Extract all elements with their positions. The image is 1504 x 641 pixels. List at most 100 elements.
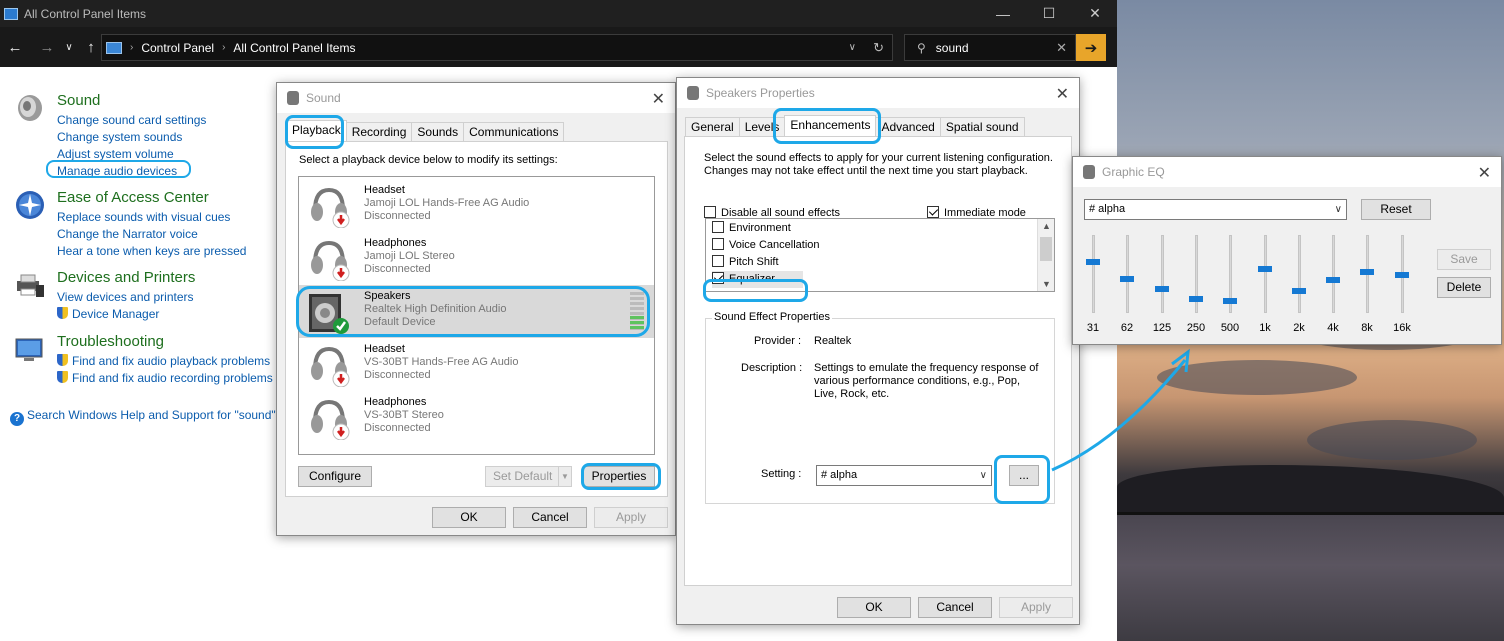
close-icon[interactable]: ✕ (652, 89, 665, 109)
maximize-button[interactable]: ☐ (1026, 0, 1072, 27)
eq-slider-31[interactable] (1086, 235, 1100, 313)
tab-spatial-sound[interactable]: Spatial sound (939, 117, 1025, 137)
eq-delete-button[interactable]: Delete (1437, 277, 1491, 298)
effects-scrollbar[interactable]: ▲ ▼ (1037, 219, 1054, 291)
eq-slider-thumb[interactable] (1223, 298, 1237, 304)
address-bar[interactable]: › Control Panel › All Control Panel Item… (101, 34, 893, 61)
sound-effect-properties-group: Sound Effect Properties Provider : Realt… (705, 311, 1055, 504)
ok-button[interactable]: OK (432, 507, 506, 528)
device-row[interactable]: Headset VS-30BT Hands-Free AG Audio Disc… (299, 338, 654, 391)
apply-button[interactable]: Apply (999, 597, 1073, 618)
ok-button[interactable]: OK (837, 597, 911, 618)
adjust-system-volume-link[interactable]: Adjust system volume (57, 146, 206, 163)
back-arrow-icon[interactable]: ← (4, 39, 26, 56)
tab-general[interactable]: General (685, 117, 740, 137)
eq-slider-125[interactable] (1155, 235, 1169, 313)
properties-button[interactable]: Properties (583, 466, 655, 487)
checkbox-checked[interactable] (927, 206, 939, 218)
effect-pitch-shift[interactable]: Pitch Shift (712, 254, 779, 271)
close-icon[interactable]: ✕ (1056, 84, 1069, 104)
devices-printers-title-link[interactable]: Devices and Printers (57, 269, 195, 289)
fix-recording-link[interactable]: Find and fix audio recording problems (57, 370, 273, 387)
eq-slider-thumb[interactable] (1292, 288, 1306, 294)
checkbox[interactable] (712, 255, 724, 267)
tab-recording[interactable]: Recording (345, 122, 413, 142)
breadcrumb-control-panel[interactable]: Control Panel (141, 41, 214, 55)
setting-select[interactable]: # alpha ∨ (816, 465, 992, 486)
eq-reset-button[interactable]: Reset (1361, 199, 1431, 220)
eq-slider-thumb[interactable] (1086, 259, 1100, 265)
checkbox-checked[interactable] (712, 272, 724, 284)
effect-voice-cancellation[interactable]: Voice Cancellation (712, 237, 820, 254)
eq-slider-thumb[interactable] (1258, 266, 1272, 272)
eq-slider-250[interactable] (1189, 235, 1203, 313)
scroll-down-icon[interactable]: ▼ (1042, 279, 1051, 289)
effect-equalizer[interactable]: Equalizer (712, 271, 803, 288)
effect-environment[interactable]: Environment (712, 220, 791, 237)
ease-of-access-title-link[interactable]: Ease of Access Center (57, 189, 246, 209)
tab-enhancements[interactable]: Enhancements (784, 115, 877, 137)
eq-slider-thumb[interactable] (1155, 286, 1169, 292)
change-sound-card-settings-link[interactable]: Change sound card settings (57, 112, 206, 129)
search-input[interactable] (935, 40, 1036, 55)
device-row[interactable]: Headphones Jamoji LOL Stereo Disconnecte… (299, 232, 654, 285)
manage-audio-devices-link[interactable]: Manage audio devices (57, 163, 206, 180)
chevron-down-icon[interactable]: ∨ (849, 42, 856, 53)
eq-slider-8k[interactable] (1360, 235, 1374, 313)
troubleshooting-title-link[interactable]: Troubleshooting (57, 333, 273, 353)
tab-sounds[interactable]: Sounds (411, 122, 465, 142)
forward-arrow-icon[interactable]: → (36, 39, 58, 56)
clear-search-icon[interactable]: ✕ (1056, 40, 1067, 56)
change-system-sounds-link[interactable]: Change system sounds (57, 129, 206, 146)
eq-slider-500[interactable] (1223, 235, 1237, 313)
checkbox[interactable] (704, 206, 716, 218)
eq-slider-16k[interactable] (1395, 235, 1409, 313)
configure-button[interactable]: Configure (298, 466, 372, 487)
set-default-button[interactable]: Set Default (485, 466, 559, 487)
breadcrumb-all-items[interactable]: All Control Panel Items (233, 41, 355, 55)
fix-playback-link[interactable]: Find and fix audio playback problems (57, 353, 273, 370)
eq-slider-thumb[interactable] (1326, 277, 1340, 283)
eq-slider-thumb[interactable] (1395, 272, 1409, 278)
tab-levels[interactable]: Levels (738, 117, 786, 137)
eq-slider-4k[interactable] (1326, 235, 1340, 313)
scroll-up-icon[interactable]: ▲ (1042, 221, 1051, 231)
minimize-button[interactable]: — (980, 0, 1026, 27)
checkbox[interactable] (712, 221, 724, 233)
replace-sounds-link[interactable]: Replace sounds with visual cues (57, 209, 246, 226)
help-search-link[interactable]: ? Search Windows Help and Support for "so… (10, 408, 276, 426)
up-arrow-icon[interactable]: ↑ (80, 39, 102, 56)
apply-button[interactable]: Apply (594, 507, 668, 528)
device-row[interactable]: Headset Jamoji LOL Hands-Free AG Audio D… (299, 179, 654, 232)
refresh-icon[interactable]: ↻ (873, 40, 884, 56)
eq-slider-thumb[interactable] (1120, 276, 1134, 282)
eq-save-button[interactable]: Save (1437, 249, 1491, 270)
eq-slider-2k[interactable] (1292, 235, 1306, 313)
tab-communications[interactable]: Communications (463, 122, 565, 142)
set-default-dropdown[interactable]: ▼ (558, 466, 572, 487)
close-button[interactable]: ✕ (1072, 0, 1118, 27)
tab-advanced[interactable]: Advanced (875, 117, 941, 137)
cancel-button[interactable]: Cancel (513, 507, 587, 528)
more-settings-button[interactable]: ... (1009, 465, 1039, 486)
cancel-button[interactable]: Cancel (918, 597, 992, 618)
close-icon[interactable]: ✕ (1478, 163, 1491, 183)
view-devices-link[interactable]: View devices and printers (57, 289, 195, 306)
hear-tone-link[interactable]: Hear a tone when keys are pressed (57, 243, 246, 260)
eq-slider-62[interactable] (1120, 235, 1134, 313)
device-row-selected[interactable]: Speakers Realtek High Definition Audio D… (299, 285, 654, 338)
recent-locations-chevron-icon[interactable]: ∨ (58, 42, 80, 53)
checkbox[interactable] (712, 238, 724, 250)
sound-title-link[interactable]: Sound (57, 92, 206, 112)
search-go-button[interactable]: ➔ (1076, 34, 1106, 61)
eq-slider-thumb[interactable] (1360, 269, 1374, 275)
tab-playback[interactable]: Playback (286, 120, 347, 142)
search-box[interactable]: ⚲ ✕ (904, 34, 1076, 61)
device-row[interactable]: Headphones VS-30BT Stereo Disconnected (299, 391, 654, 444)
scroll-thumb[interactable] (1040, 237, 1052, 261)
eq-slider-1k[interactable] (1258, 235, 1272, 313)
device-manager-link[interactable]: Device Manager (57, 306, 195, 323)
narrator-voice-link[interactable]: Change the Narrator voice (57, 226, 246, 243)
eq-slider-thumb[interactable] (1189, 296, 1203, 302)
eq-preset-select[interactable]: # alpha ∨ (1084, 199, 1347, 220)
